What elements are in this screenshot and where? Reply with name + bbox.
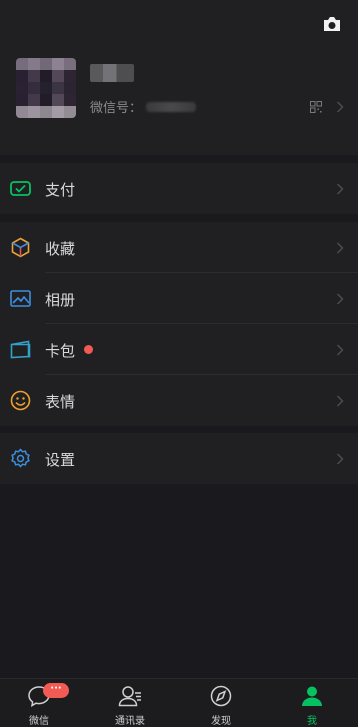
chevron-right-icon [336,101,344,113]
contacts-icon [118,686,141,707]
menu-item-label: 支付 [45,181,76,199]
pay-section: 支付 [0,163,358,214]
wechat-id-row: 微信号： [90,97,197,116]
menu-item-label: 设置 [45,451,76,469]
chevron-right-icon [336,344,344,356]
tab-chats[interactable]: ··· 微信 [7,679,71,727]
wallet-check-icon [10,181,31,196]
tab-label: 通讯录 [115,716,145,727]
chevron-right-icon [336,453,344,465]
cube-icon [11,237,30,258]
tab-label: 我 [307,716,317,727]
chevron-right-icon [336,242,344,254]
tab-contacts[interactable]: 通讯录 [98,679,162,727]
notification-dot [84,345,93,354]
menu-item-label: 表情 [45,393,76,411]
wechat-id-label: 微信号： [90,101,143,116]
me-screen: 微信号： 支付 收藏 相册 卡包 表情 设置 ··· 微信 通讯录 发现 我 [0,0,358,727]
camera-icon[interactable] [322,16,342,32]
chevron-right-icon [336,395,344,407]
card-wallet-icon [10,340,31,359]
chevron-right-icon [336,293,344,305]
tab-label: 微信 [29,716,49,727]
menu-item-settings[interactable]: 设置 [0,433,358,484]
compass-icon [210,685,232,707]
profile-header[interactable]: 微信号： [0,0,358,155]
person-icon [302,686,322,706]
menu-item-cards[interactable]: 卡包 [0,324,358,375]
menu-item-label: 相册 [45,291,76,309]
picture-icon [10,290,31,307]
nickname [90,64,134,82]
menu-item-label: 卡包 [45,342,76,360]
menu-item-pay[interactable]: 支付 [0,163,358,214]
tab-me[interactable]: 我 [280,679,344,727]
menu-item-label: 收藏 [45,240,76,258]
menu-item-stickers[interactable]: 表情 [0,375,358,426]
features-section: 收藏 相册 卡包 表情 [0,222,358,426]
settings-section: 设置 [0,433,358,484]
chevron-right-icon [336,183,344,195]
unread-badge: ··· [43,683,69,698]
wechat-id-value-blurred [146,101,197,112]
menu-item-album[interactable]: 相册 [0,273,358,324]
smiley-icon [10,390,31,411]
tab-label: 发现 [211,716,231,727]
bottom-tab-bar: ··· 微信 通讯录 发现 我 [0,678,358,727]
gear-icon [11,448,30,468]
menu-item-favorites[interactable]: 收藏 [0,222,358,273]
qr-code-icon[interactable] [310,101,322,113]
tab-discover[interactable]: 发现 [189,679,253,727]
avatar[interactable] [16,58,76,118]
